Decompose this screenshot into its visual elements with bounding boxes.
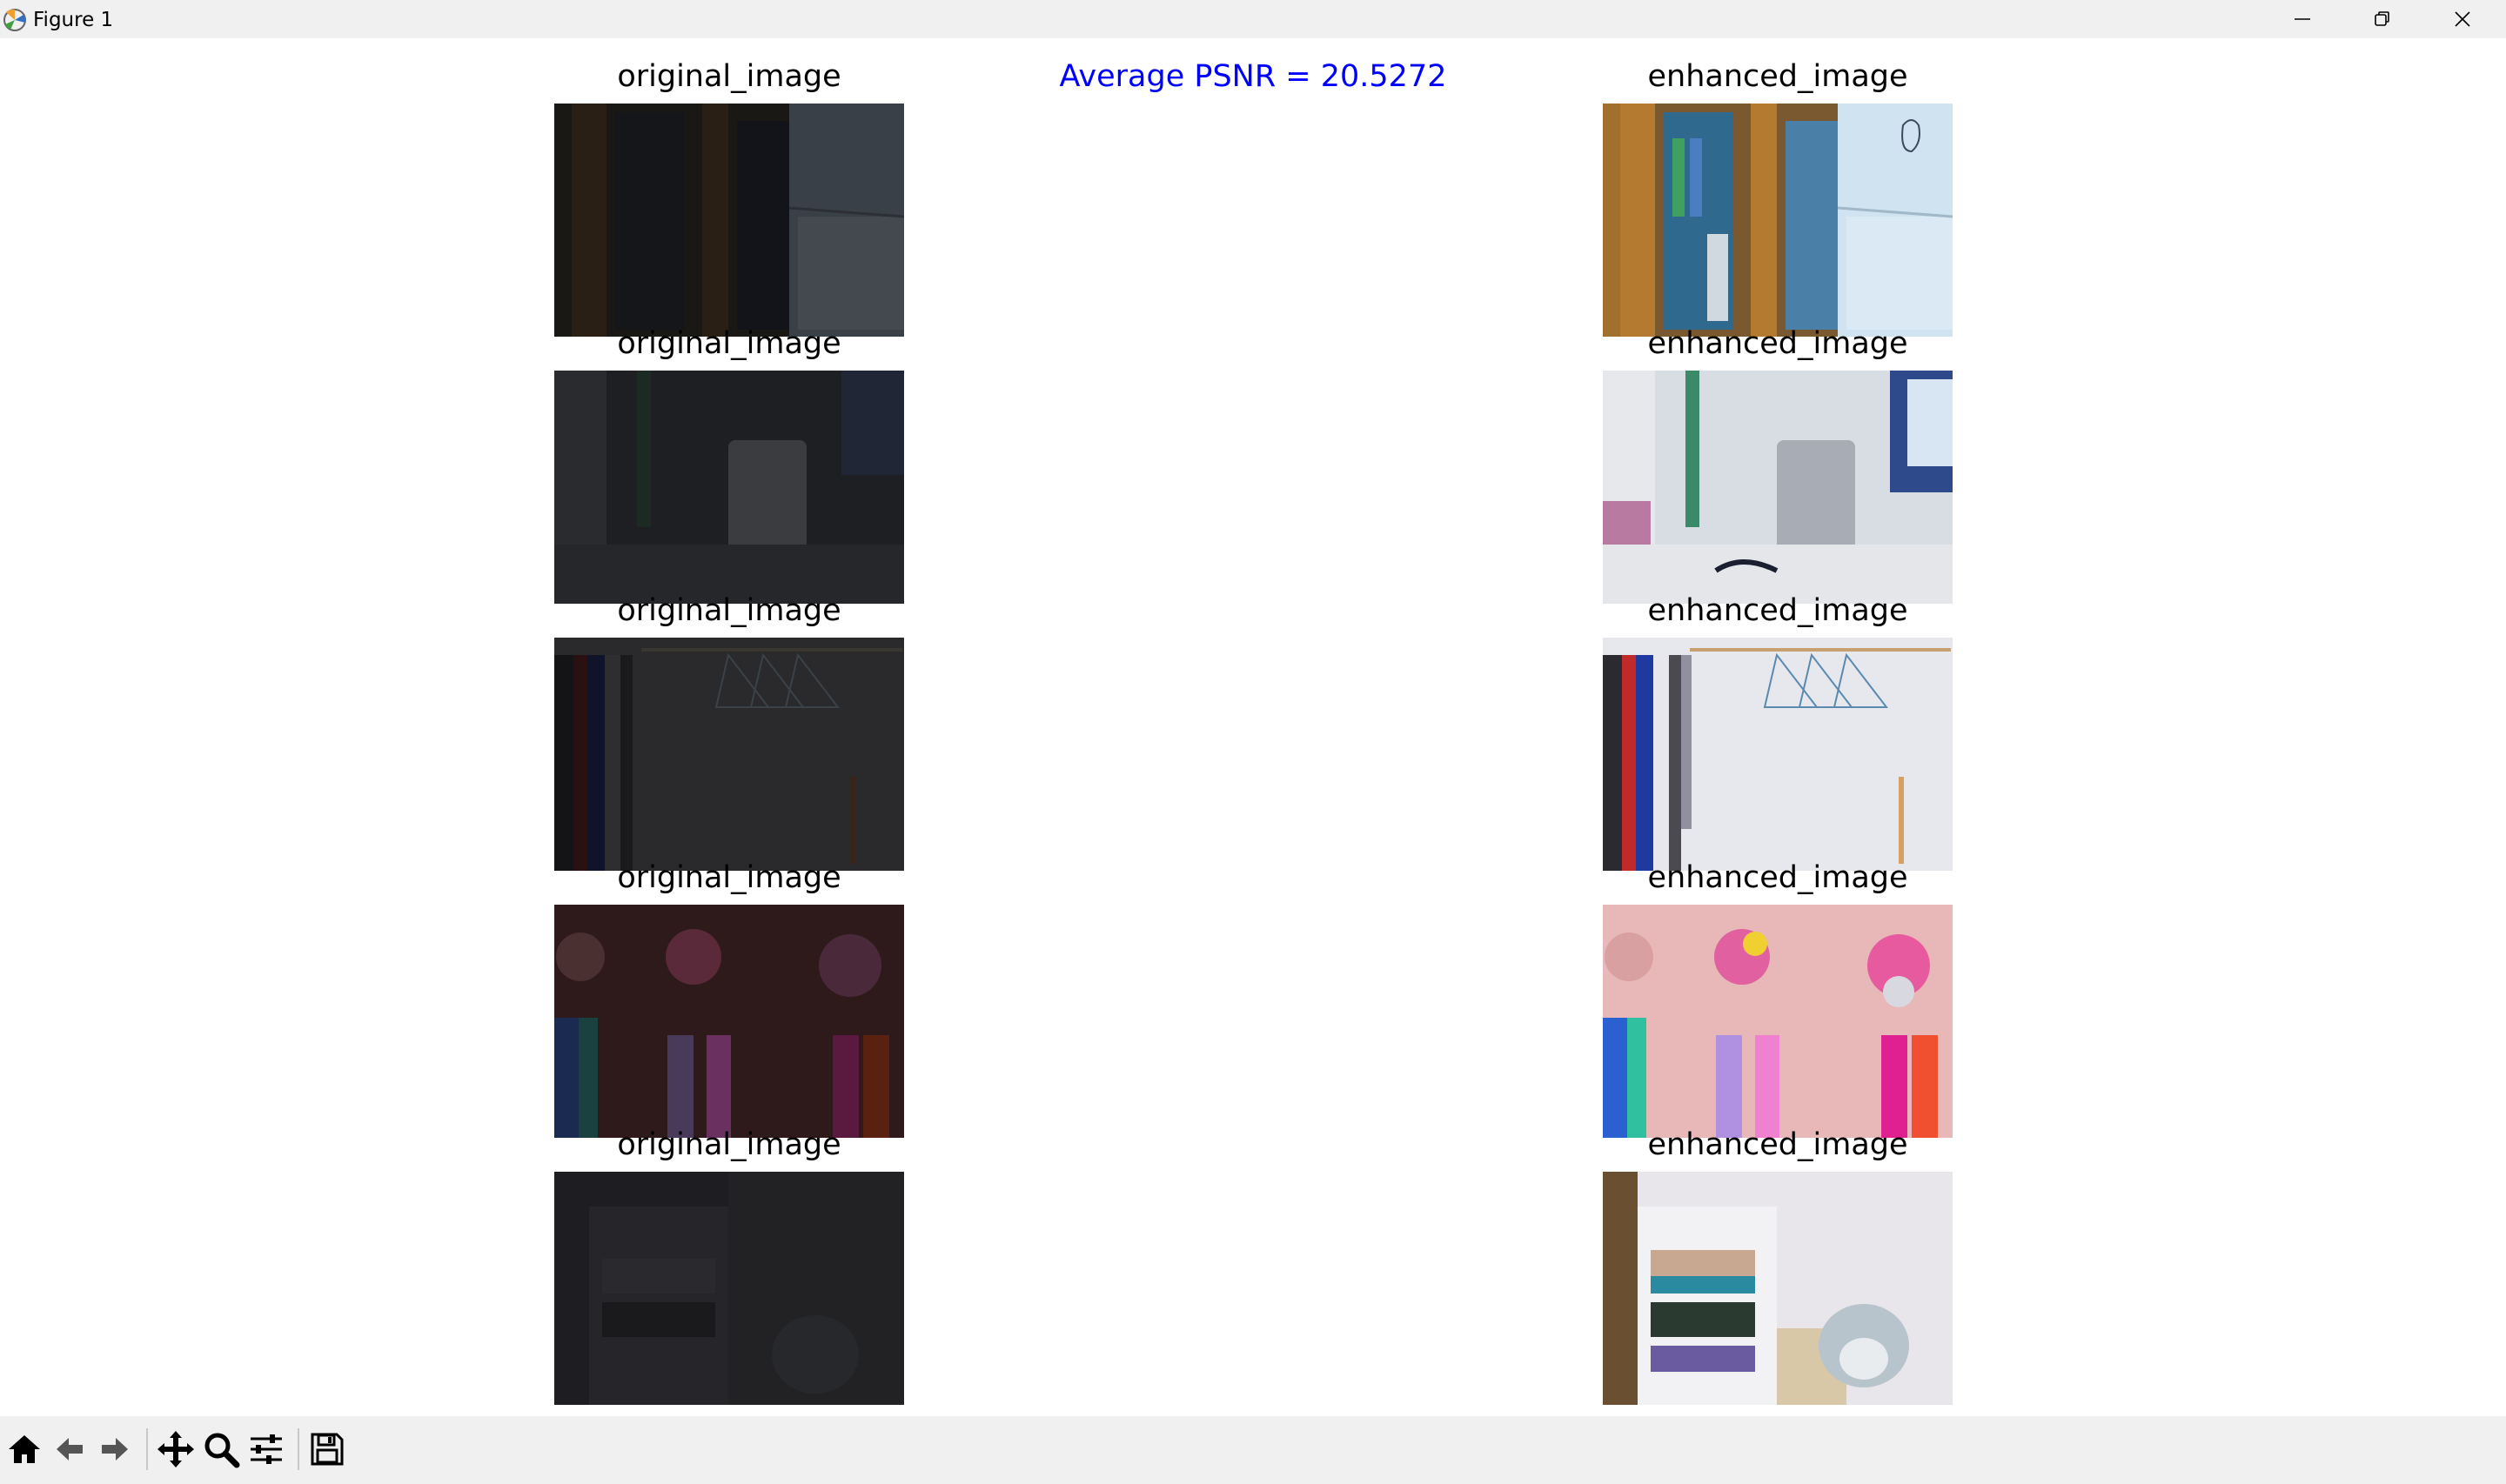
close-button[interactable] xyxy=(2422,0,2503,38)
forward-arrow-icon xyxy=(102,1438,128,1461)
figure-suptitle: Average PSNR = 20.5272 xyxy=(1059,59,1447,94)
pan-icon xyxy=(157,1431,194,1467)
window-title-bar: Figure 1 xyxy=(0,0,2506,38)
original-image-plush-toy-shelf xyxy=(554,1172,904,1405)
left-panel-title: original_image xyxy=(617,860,841,895)
enhanced-image-tassel-ornaments xyxy=(1603,905,1953,1138)
left-panel-title: original_image xyxy=(617,59,841,94)
forward-button[interactable] xyxy=(92,1427,137,1472)
enhanced-image-utensil-holder xyxy=(1603,371,1953,604)
enhanced-image-wardrobe xyxy=(1603,638,1953,871)
back-arrow-icon xyxy=(57,1438,83,1461)
matplotlib-app-icon xyxy=(2,7,28,33)
right-panel-title: enhanced_image xyxy=(1647,860,1908,895)
enhanced-image-plush-toy-shelf xyxy=(1603,1172,1953,1405)
close-icon xyxy=(2455,11,2470,27)
restore-button[interactable] xyxy=(2342,0,2422,38)
right-panel-title: enhanced_image xyxy=(1647,59,1908,94)
home-button[interactable] xyxy=(2,1427,47,1472)
left-panel-title: original_image xyxy=(617,593,841,628)
original-image-bookshelf xyxy=(554,104,904,337)
minimize-button[interactable] xyxy=(2262,0,2342,38)
back-button[interactable] xyxy=(47,1427,92,1472)
minimize-icon xyxy=(2295,18,2310,20)
enhanced-image-bookshelf xyxy=(1603,104,1953,337)
zoom-button[interactable] xyxy=(198,1427,244,1472)
configure-subplots-button[interactable] xyxy=(244,1427,289,1472)
original-image-utensil-holder xyxy=(554,371,904,604)
left-panel-title: original_image xyxy=(617,326,841,361)
original-image-wardrobe xyxy=(554,638,904,871)
navigation-toolbar xyxy=(0,1416,2506,1484)
pan-button[interactable] xyxy=(153,1427,198,1472)
home-icon xyxy=(9,1435,40,1463)
configure-subplots-icon xyxy=(251,1434,282,1464)
toolbar-separator xyxy=(298,1428,299,1470)
right-panel-title: enhanced_image xyxy=(1647,1127,1908,1162)
zoom-icon xyxy=(204,1433,240,1468)
restore-icon xyxy=(2375,11,2389,26)
original-image-tassel-ornaments xyxy=(554,905,904,1138)
window-title: Figure 1 xyxy=(33,9,114,31)
toolbar-separator xyxy=(146,1428,148,1470)
left-panel-title: original_image xyxy=(617,1127,841,1162)
right-panel-title: enhanced_image xyxy=(1647,593,1908,628)
right-panel-title: enhanced_image xyxy=(1647,326,1908,361)
save-icon xyxy=(311,1433,344,1466)
figure-canvas[interactable]: Average PSNR = 20.5272 original_image en… xyxy=(0,38,2506,1416)
save-button[interactable] xyxy=(305,1427,350,1472)
